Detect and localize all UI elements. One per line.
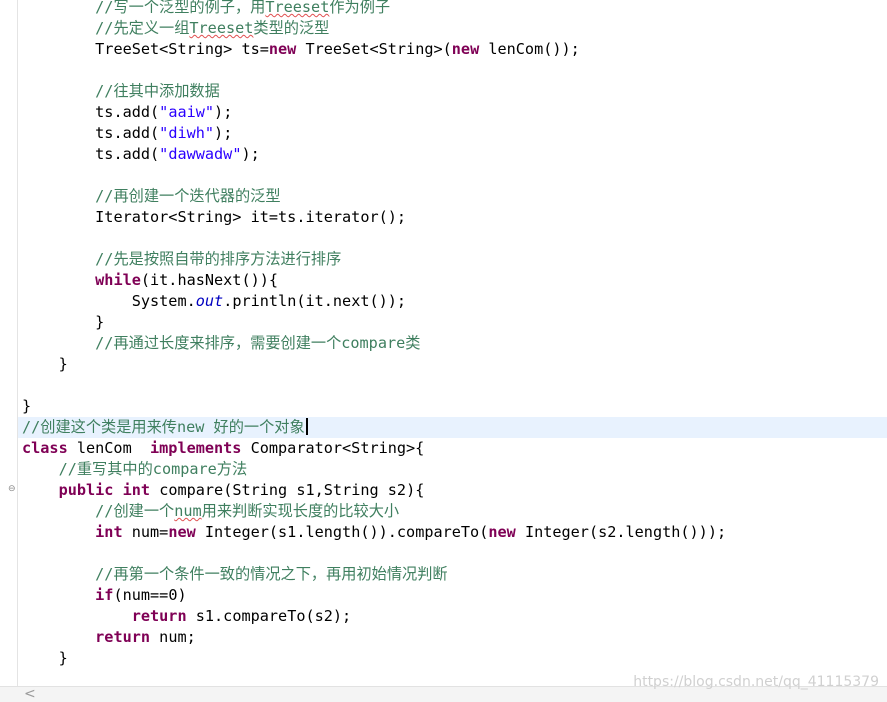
code-token: //再通过长度来排序，需要创建一个compare类 xyxy=(95,334,421,352)
code-line[interactable]: ts.add("dawwadw"); xyxy=(22,144,887,165)
code-token: new xyxy=(488,523,516,541)
code-line[interactable]: //重写其中的compare方法 xyxy=(22,459,887,480)
code-token: 用来判断实现长度的比较大小 xyxy=(201,502,400,520)
code-token: System. xyxy=(131,292,196,310)
code-line[interactable]: class lenCom implements Comparator<Strin… xyxy=(22,438,887,459)
code-token: "diwh" xyxy=(159,124,215,142)
code-token: } xyxy=(22,397,32,415)
code-token: new xyxy=(268,40,297,58)
code-token: //重写其中的compare方法 xyxy=(58,460,248,478)
code-line[interactable]: ts.add("diwh"); xyxy=(22,123,887,144)
code-token: ); xyxy=(214,103,233,121)
code-token: //创建一个 xyxy=(95,502,175,520)
code-line[interactable]: } xyxy=(22,648,887,669)
code-token: Integer(s2.length())); xyxy=(515,523,727,541)
code-token: "dawwadw" xyxy=(159,145,242,163)
code-token: new xyxy=(451,40,480,58)
code-token: while xyxy=(95,271,141,289)
code-line[interactable]: return num; xyxy=(22,627,887,648)
code-token: s1.compareTo(s2); xyxy=(186,607,352,625)
code-token: compare(String s1,String s2){ xyxy=(150,481,425,499)
code-token: //创建这个类是用来传new 好的一个对象 xyxy=(22,418,305,436)
code-line[interactable]: int num=new Integer(s1.length()).compare… xyxy=(22,522,887,543)
code-token: return xyxy=(131,607,187,625)
code-line[interactable]: } xyxy=(22,396,887,417)
code-token: //再第一个条件一致的情况之下，再用初始情况判断 xyxy=(95,565,448,583)
code-token: new xyxy=(168,523,196,541)
code-token: } xyxy=(58,355,68,373)
code-editor[interactable]: //写一个泛型的例子，用Treeset作为例子 //先定义一组Treeset类型… xyxy=(18,0,887,669)
code-token: num; xyxy=(150,628,196,646)
code-token: (num==0) xyxy=(113,586,187,604)
code-token: num= xyxy=(122,523,169,541)
code-line[interactable]: public int compare(String s1,String s2){ xyxy=(22,480,887,501)
code-line[interactable]: return s1.compareTo(s2); xyxy=(22,606,887,627)
code-line[interactable]: //创建一个num用来判断实现长度的比较大小 xyxy=(22,501,887,522)
code-line[interactable] xyxy=(22,543,887,564)
code-token: Iterator<String> it=ts.iterator(); xyxy=(95,208,407,226)
code-token: //先定义一组 xyxy=(95,19,190,37)
code-line[interactable]: //再第一个条件一致的情况之下，再用初始情况判断 xyxy=(22,564,887,585)
code-token: } xyxy=(58,649,68,667)
code-line[interactable]: //再通过长度来排序，需要创建一个compare类 xyxy=(22,333,887,354)
code-line[interactable]: if(num==0) xyxy=(22,585,887,606)
code-token: TreeSet<String> ts= xyxy=(95,40,269,58)
code-token: num xyxy=(174,502,202,520)
code-line[interactable]: //写一个泛型的例子，用Treeset作为例子 xyxy=(22,0,887,18)
code-line[interactable]: Iterator<String> it=ts.iterator(); xyxy=(22,207,887,228)
code-token: //写一个泛型的例子，用 xyxy=(95,0,266,16)
code-token: .println(it.next()); xyxy=(223,292,407,310)
code-token: implements xyxy=(150,439,242,457)
editor-ruler: ⊖ xyxy=(0,0,18,686)
code-token: out xyxy=(195,292,224,310)
watermark: https://blog.csdn.net/qq_41115379 xyxy=(633,674,879,690)
code-token: "aaiw" xyxy=(159,103,215,121)
fold-collapse-icon[interactable]: ⊖ xyxy=(8,485,17,494)
code-token: //先是按照自带的排序方法进行排序 xyxy=(95,250,342,268)
code-token: 作为例子 xyxy=(329,0,391,16)
code-line[interactable]: //往其中添加数据 xyxy=(22,81,887,102)
code-token: //往其中添加数据 xyxy=(95,82,220,100)
scroll-left-icon[interactable]: < xyxy=(24,687,36,701)
code-line[interactable]: //先是按照自带的排序方法进行排序 xyxy=(22,249,887,270)
code-token: int xyxy=(122,481,151,499)
code-token: if xyxy=(95,586,114,604)
code-token: //再创建一个迭代器的泛型 xyxy=(95,187,281,205)
code-token: ); xyxy=(241,145,260,163)
code-token: int xyxy=(95,523,123,541)
code-line[interactable] xyxy=(22,375,887,396)
code-line[interactable]: //先定义一组Treeset类型的泛型 xyxy=(22,18,887,39)
code-token: class xyxy=(22,439,68,457)
code-line[interactable]: while(it.hasNext()){ xyxy=(22,270,887,291)
code-token: } xyxy=(95,313,105,331)
code-token: ts.add( xyxy=(95,124,160,142)
code-token: lenCom xyxy=(67,439,151,457)
code-line[interactable]: TreeSet<String> ts=new TreeSet<String>(n… xyxy=(22,39,887,60)
code-line[interactable] xyxy=(22,165,887,186)
code-line[interactable] xyxy=(22,60,887,81)
code-token: public xyxy=(58,481,114,499)
code-token: (it.hasNext()){ xyxy=(140,271,279,289)
code-token: lenCom()); xyxy=(479,40,580,58)
code-line[interactable]: } xyxy=(22,354,887,375)
code-line[interactable] xyxy=(22,228,887,249)
code-line[interactable]: ts.add("aaiw"); xyxy=(22,102,887,123)
code-token: return xyxy=(95,628,151,646)
code-line[interactable]: //再创建一个迭代器的泛型 xyxy=(22,186,887,207)
code-token: ); xyxy=(214,124,233,142)
code-line[interactable]: } xyxy=(22,312,887,333)
code-token: Treeset xyxy=(265,0,330,16)
code-token: Integer(s1.length()).compareTo( xyxy=(195,523,489,541)
code-line-current[interactable]: //创建这个类是用来传new 好的一个对象 xyxy=(18,417,887,438)
code-token: TreeSet<String>( xyxy=(296,40,452,58)
code-token: Comparator<String>{ xyxy=(241,439,425,457)
code-token: Treeset xyxy=(189,19,254,37)
text-caret xyxy=(305,418,308,435)
code-token: 类型的泛型 xyxy=(253,19,330,37)
code-token: ts.add( xyxy=(95,145,160,163)
code-line[interactable]: System.out.println(it.next()); xyxy=(22,291,887,312)
code-token: ts.add( xyxy=(95,103,160,121)
